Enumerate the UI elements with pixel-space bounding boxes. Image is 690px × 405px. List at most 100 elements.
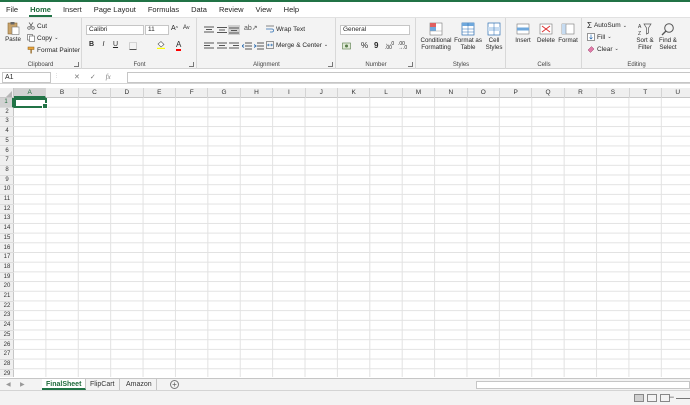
font-launcher-icon[interactable] xyxy=(189,62,194,67)
column-header-k[interactable]: K xyxy=(338,88,371,98)
column-header-b[interactable]: B xyxy=(46,88,79,98)
row-header-25[interactable]: 25 xyxy=(0,331,14,341)
column-header-o[interactable]: O xyxy=(468,88,500,98)
sort-filter-button[interactable]: AZ Sort & Filter xyxy=(633,22,657,51)
insert-cells-button[interactable]: Insert xyxy=(512,22,534,44)
column-header-i[interactable]: I xyxy=(273,88,306,98)
column-header-e[interactable]: E xyxy=(144,88,176,98)
column-header-h[interactable]: H xyxy=(241,88,274,98)
increase-decimal-icon[interactable]: ←.0.00 xyxy=(385,42,394,51)
font-size-dropdown[interactable]: 11 xyxy=(145,25,169,35)
row-header-27[interactable]: 27 xyxy=(0,350,14,360)
page-layout-view-icon[interactable] xyxy=(647,394,657,402)
tab-help[interactable]: Help xyxy=(278,2,305,17)
row-header-12[interactable]: 12 xyxy=(0,205,14,215)
tab-data[interactable]: Data xyxy=(185,2,213,17)
italic-button[interactable]: I xyxy=(99,41,108,48)
align-left-icon[interactable] xyxy=(204,42,214,50)
column-header-u[interactable]: U xyxy=(662,88,690,98)
cell-styles-button[interactable]: Cell Styles xyxy=(483,22,505,51)
number-format-dropdown[interactable]: General xyxy=(340,25,410,35)
wrap-text-button[interactable]: Wrap Text xyxy=(266,25,305,33)
orientation-icon[interactable]: ab↗ xyxy=(244,24,258,32)
format-cells-button[interactable]: Format xyxy=(557,22,579,44)
name-box[interactable]: A1 xyxy=(2,72,51,83)
fill-button[interactable]: Fill ⌄ xyxy=(587,33,612,41)
column-header-j[interactable]: J xyxy=(306,88,338,98)
merge-center-button[interactable]: Merge & Center ⌄ xyxy=(266,41,328,49)
tab-home[interactable]: Home xyxy=(24,2,57,17)
alignment-launcher-icon[interactable] xyxy=(328,62,333,67)
row-header-8[interactable]: 8 xyxy=(0,166,14,176)
tab-view[interactable]: View xyxy=(250,2,278,17)
column-header-n[interactable]: N xyxy=(435,88,468,98)
column-header-r[interactable]: R xyxy=(565,88,598,98)
name-box-dropdown-icon[interactable]: ⋮ xyxy=(54,73,59,79)
font-name-dropdown[interactable]: Calibri xyxy=(86,25,144,35)
conditional-formatting-button[interactable]: Conditional Formatting xyxy=(419,22,453,51)
column-header-g[interactable]: G xyxy=(208,88,241,98)
comma-style-button[interactable]: 9 xyxy=(374,41,378,50)
sheet-tab-flipcart[interactable]: FlipCart xyxy=(86,379,120,390)
autosum-button[interactable]: Σ AutoSum ⌄ xyxy=(587,21,627,30)
tab-formulas[interactable]: Formulas xyxy=(142,2,185,17)
font-color-button[interactable]: A xyxy=(176,40,182,51)
align-top-icon[interactable] xyxy=(204,26,214,34)
confirm-icon[interactable]: ✓ xyxy=(90,74,96,81)
sheet-tab-amazon[interactable]: Amazon xyxy=(122,379,157,390)
column-header-a[interactable]: A xyxy=(14,88,47,98)
zoom-out-icon[interactable]: − xyxy=(669,392,674,402)
row-header-14[interactable]: 14 xyxy=(0,224,14,234)
tab-insert[interactable]: Insert xyxy=(57,2,88,17)
sheet-prev-icon[interactable]: ◀ xyxy=(6,381,11,388)
paste-button[interactable]: Paste xyxy=(3,21,23,43)
select-all-button[interactable] xyxy=(0,88,14,98)
row-header-24[interactable]: 24 xyxy=(0,321,14,331)
decrease-indent-icon[interactable] xyxy=(242,42,252,50)
column-header-l[interactable]: L xyxy=(370,88,403,98)
row-header-23[interactable]: 23 xyxy=(0,311,14,322)
row-header-5[interactable]: 5 xyxy=(0,137,14,147)
row-header-7[interactable]: 7 xyxy=(0,156,14,166)
percent-style-button[interactable]: % xyxy=(361,41,368,50)
row-header-3[interactable]: 3 xyxy=(0,117,14,128)
tab-review[interactable]: Review xyxy=(213,2,250,17)
row-header-13[interactable]: 13 xyxy=(0,214,14,225)
column-header-c[interactable]: C xyxy=(79,88,112,98)
decrease-decimal-icon[interactable]: .00 →.0 xyxy=(398,42,407,51)
column-header-s[interactable]: S xyxy=(597,88,630,98)
row-header-9[interactable]: 9 xyxy=(0,176,14,186)
column-header-q[interactable]: Q xyxy=(532,88,565,98)
row-header-21[interactable]: 21 xyxy=(0,292,14,302)
row-header-1[interactable]: 1 xyxy=(0,98,14,108)
row-header-18[interactable]: 18 xyxy=(0,263,14,273)
format-as-table-button[interactable]: Format as Table xyxy=(453,22,483,51)
fill-color-button[interactable] xyxy=(157,41,165,51)
column-header-d[interactable]: D xyxy=(111,88,144,98)
increase-indent-icon[interactable] xyxy=(254,42,264,50)
align-right-icon[interactable] xyxy=(229,42,239,50)
cut-button[interactable]: Cut xyxy=(27,22,47,30)
accounting-format-button[interactable] xyxy=(342,42,354,52)
add-sheet-button[interactable]: + xyxy=(170,380,179,389)
formula-input[interactable] xyxy=(127,72,690,83)
shrink-font-button[interactable]: Av xyxy=(183,25,190,31)
find-select-button[interactable]: Find & Select xyxy=(657,22,679,51)
underline-button[interactable]: U xyxy=(111,41,120,48)
row-header-20[interactable]: 20 xyxy=(0,282,14,292)
row-header-4[interactable]: 4 xyxy=(0,127,14,137)
clipboard-launcher-icon[interactable] xyxy=(74,62,79,67)
row-header-26[interactable]: 26 xyxy=(0,341,14,351)
tab-page-layout[interactable]: Page Layout xyxy=(88,2,142,17)
row-header-6[interactable]: 6 xyxy=(0,147,14,157)
column-header-t[interactable]: T xyxy=(630,88,662,98)
row-header-16[interactable]: 16 xyxy=(0,244,14,254)
active-cell-a1[interactable] xyxy=(14,98,48,109)
cell-grid[interactable] xyxy=(14,98,690,377)
sheet-tab-finalsheet[interactable]: FinalSheet xyxy=(42,379,87,390)
row-header-2[interactable]: 2 xyxy=(0,108,14,118)
zoom-slider[interactable] xyxy=(676,398,690,399)
align-bottom-icon[interactable] xyxy=(228,25,240,35)
row-header-10[interactable]: 10 xyxy=(0,185,14,195)
align-center-icon[interactable] xyxy=(217,42,227,50)
